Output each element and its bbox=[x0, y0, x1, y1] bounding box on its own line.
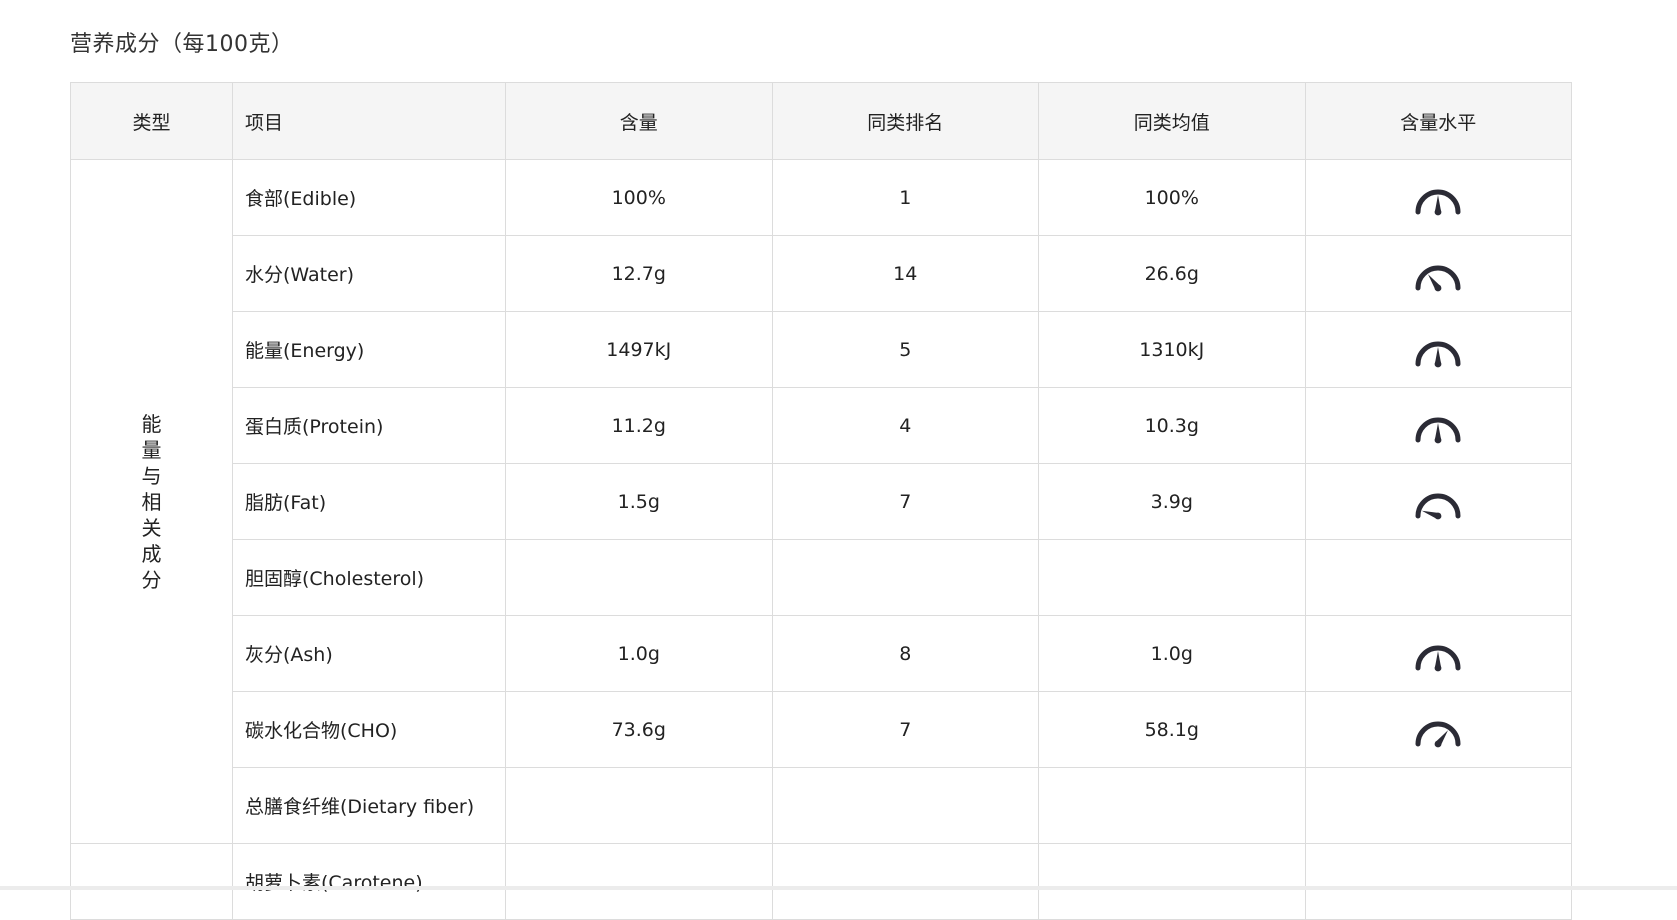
table-row: 能量与相关成分 食部(Edible) 100% 1 100% bbox=[70, 159, 1572, 844]
header-item: 项目 bbox=[232, 82, 506, 160]
row-rank: 14 bbox=[771, 235, 1039, 312]
row-item: 胆固醇(Cholesterol) bbox=[232, 539, 506, 616]
row-amount: 1497kJ bbox=[505, 311, 773, 388]
table-row: 胆固醇(Cholesterol) bbox=[71, 539, 1572, 616]
row-level bbox=[1304, 159, 1572, 236]
row-item: 能量(Energy) bbox=[232, 311, 506, 388]
table-row: 碳水化合物(CHO) 73.6g 7 58.1g bbox=[71, 691, 1572, 768]
row-amount bbox=[505, 767, 773, 844]
row-amount: 73.6g bbox=[505, 691, 773, 768]
gauge-very-low-icon bbox=[1415, 493, 1461, 519]
row-rank: 4 bbox=[771, 387, 1039, 464]
gauge-low-icon bbox=[1415, 265, 1461, 291]
row-average: 1310kJ bbox=[1038, 311, 1306, 388]
gauge-high-icon bbox=[1415, 417, 1461, 443]
header-amount: 含量 bbox=[505, 82, 773, 160]
row-rank bbox=[771, 767, 1039, 844]
row-amount: 100% bbox=[505, 159, 773, 236]
header-rank: 同类排名 bbox=[771, 82, 1039, 160]
row-item: 碳水化合物(CHO) bbox=[232, 691, 506, 768]
row-average: 100% bbox=[1038, 159, 1306, 236]
row-item: 胡萝卜素(Carotene) bbox=[232, 843, 506, 920]
row-rank bbox=[771, 539, 1039, 616]
table-row: 水分(Water) 12.7g 14 26.6g bbox=[71, 235, 1572, 312]
row-amount: 1.5g bbox=[505, 463, 773, 540]
table-row: 胡萝卜素(Carotene) bbox=[70, 843, 1572, 920]
category-cell bbox=[70, 843, 233, 920]
row-amount bbox=[505, 539, 773, 616]
nutrition-table: 类型 项目 含量 同类排名 同类均值 含量水平 能量与相关成分 食部(Edibl… bbox=[70, 82, 1572, 920]
row-level bbox=[1304, 235, 1572, 312]
row-level bbox=[1304, 615, 1572, 692]
row-average: 3.9g bbox=[1038, 463, 1306, 540]
row-item: 水分(Water) bbox=[232, 235, 506, 312]
row-rank: 5 bbox=[771, 311, 1039, 388]
row-level bbox=[1304, 843, 1572, 920]
row-average bbox=[1038, 767, 1306, 844]
table-row: 总膳食纤维(Dietary fiber) bbox=[71, 767, 1572, 844]
header-level: 含量水平 bbox=[1304, 82, 1572, 160]
row-item: 蛋白质(Protein) bbox=[232, 387, 506, 464]
row-rank: 1 bbox=[771, 159, 1039, 236]
bottom-scroll-track bbox=[0, 886, 1677, 890]
table-row: 蛋白质(Protein) 11.2g 4 10.3g bbox=[71, 387, 1572, 464]
row-level bbox=[1304, 387, 1572, 464]
row-rank: 7 bbox=[771, 463, 1039, 540]
row-rank: 8 bbox=[771, 615, 1039, 692]
table-header-row: 类型 项目 含量 同类排名 同类均值 含量水平 bbox=[70, 82, 1572, 160]
row-item: 食部(Edible) bbox=[232, 159, 506, 236]
row-rank bbox=[771, 843, 1039, 920]
row-item: 脂肪(Fat) bbox=[232, 463, 506, 540]
table-row: 灰分(Ash) 1.0g 8 1.0g bbox=[71, 615, 1572, 692]
table-row: 能量(Energy) 1497kJ 5 1310kJ bbox=[71, 311, 1572, 388]
row-level bbox=[1304, 539, 1572, 616]
row-level bbox=[1304, 311, 1572, 388]
table-row: 脂肪(Fat) 1.5g 7 3.9g bbox=[71, 463, 1572, 540]
row-level bbox=[1304, 767, 1572, 844]
row-item: 灰分(Ash) bbox=[232, 615, 506, 692]
row-average bbox=[1038, 539, 1306, 616]
row-amount: 11.2g bbox=[505, 387, 773, 464]
header-average: 同类均值 bbox=[1038, 82, 1306, 160]
category-cell: 能量与相关成分 bbox=[70, 159, 233, 844]
gauge-high-icon bbox=[1415, 645, 1461, 671]
row-level bbox=[1304, 691, 1572, 768]
row-rank: 7 bbox=[771, 691, 1039, 768]
header-type: 类型 bbox=[70, 82, 233, 160]
gauge-high-icon bbox=[1415, 341, 1461, 367]
row-amount: 12.7g bbox=[505, 235, 773, 312]
row-item: 总膳食纤维(Dietary fiber) bbox=[232, 767, 506, 844]
gauge-high-icon bbox=[1415, 189, 1461, 215]
row-average: 10.3g bbox=[1038, 387, 1306, 464]
row-average: 58.1g bbox=[1038, 691, 1306, 768]
row-level bbox=[1304, 463, 1572, 540]
row-average bbox=[1038, 843, 1306, 920]
section-title: 营养成分（每100克） bbox=[70, 32, 294, 57]
row-average: 1.0g bbox=[1038, 615, 1306, 692]
row-amount: 1.0g bbox=[505, 615, 773, 692]
gauge-very-high-icon bbox=[1415, 721, 1461, 747]
category-label: 能量与相关成分 bbox=[141, 411, 162, 592]
row-average: 26.6g bbox=[1038, 235, 1306, 312]
row-amount bbox=[505, 843, 773, 920]
